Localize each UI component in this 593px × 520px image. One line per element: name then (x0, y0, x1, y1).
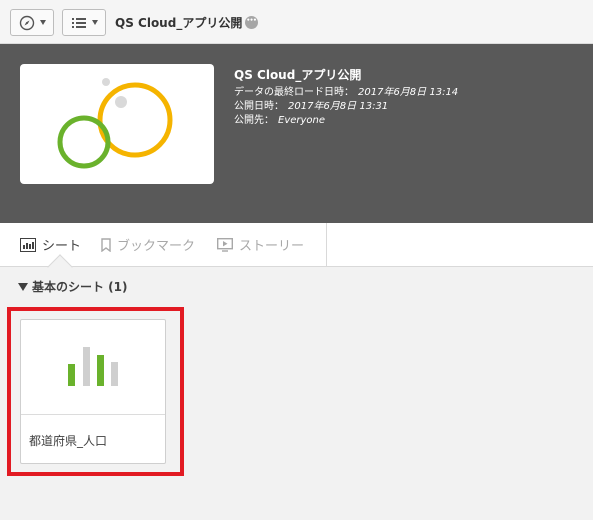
bookmark-icon (101, 237, 111, 252)
section-title: 基本のシート (1) (32, 280, 128, 294)
sheet-icon (20, 237, 36, 252)
tab-bookmarks[interactable]: ブックマーク (101, 235, 195, 254)
top-toolbar: QS Cloud_アプリ公開 (0, 0, 593, 44)
tab-sheets[interactable]: シート (20, 235, 81, 254)
compass-icon (19, 15, 35, 31)
triangle-down-icon (18, 282, 28, 291)
app-thumbnail (20, 64, 214, 184)
app-metadata: QS Cloud_アプリ公開 データの最終ロード日時： 2017年6月8日 13:… (234, 66, 458, 128)
published-to-row: 公開先： Everyone (234, 114, 458, 128)
last-load-label: データの最終ロード日時： (234, 87, 354, 98)
section-toggle[interactable]: 基本のシート (1) (18, 278, 128, 295)
app-title: QS Cloud_アプリ公開 (115, 14, 259, 31)
tab-stories[interactable]: ストーリー (217, 235, 304, 254)
published-to-label: 公開先： (234, 115, 274, 126)
chevron-down-icon (39, 20, 46, 25)
chevron-down-icon (91, 20, 98, 25)
navigation-button[interactable] (10, 9, 54, 36)
tab-sheets-label: シート (42, 239, 82, 254)
content-tabs: シート ブックマーク ストーリー (0, 223, 593, 267)
tab-divider (326, 223, 327, 267)
list-menu-button[interactable] (62, 9, 106, 36)
tab-stories-label: ストーリー (239, 239, 305, 254)
story-icon (217, 237, 233, 252)
last-load-value: 2017年6月8日 13:14 (358, 87, 459, 98)
published-row: 公開日時： 2017年6月8日 13:31 (234, 100, 458, 114)
bar-chart-icon (68, 347, 118, 386)
app-title-text: QS Cloud_アプリ公開 (115, 16, 243, 30)
sheet-card-label: 都道府県_人口 (29, 434, 108, 448)
app-name: QS Cloud_アプリ公開 (234, 68, 362, 82)
more-icon[interactable] (245, 14, 259, 29)
published-to-value: Everyone (278, 115, 326, 126)
sheet-thumbnail (21, 320, 165, 415)
app-header: QS Cloud_アプリ公開 データの最終ロード日時： 2017年6月8日 13:… (0, 44, 593, 223)
last-load-row: データの最終ロード日時： 2017年6月8日 13:14 (234, 86, 458, 100)
published-label: 公開日時： (234, 101, 284, 112)
app-logo (57, 78, 173, 169)
list-icon (71, 16, 87, 30)
sheet-card[interactable]: 都道府県_人口 (20, 319, 166, 464)
published-value: 2017年6月8日 13:31 (288, 101, 389, 112)
tab-bookmarks-label: ブックマーク (117, 239, 196, 254)
